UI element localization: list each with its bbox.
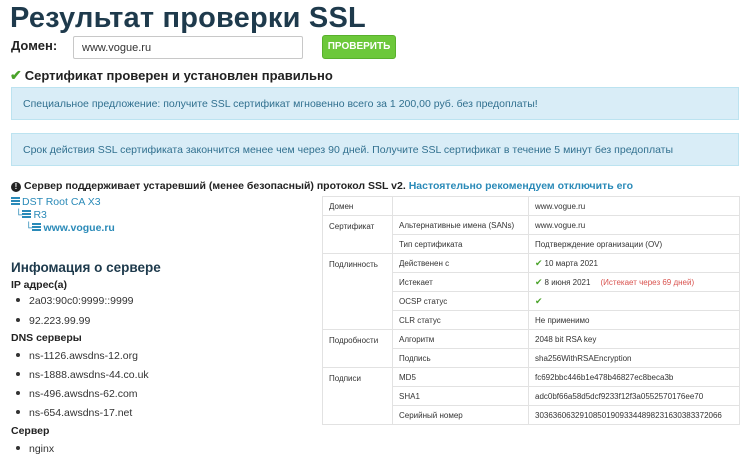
list-icon <box>32 223 42 231</box>
row-label: Подробности <box>322 329 393 368</box>
row-value: 2048 bit RSA key <box>528 329 740 349</box>
expiry-banner[interactable]: Срок действия SSL сертификата закончится… <box>11 133 739 166</box>
list-item: ns-496.awsdns-62.com <box>16 388 138 400</box>
row-value: www.vogue.ru <box>528 196 740 216</box>
server-label: Сервер <box>11 425 50 437</box>
chain-item-root[interactable]: DST Root CA X3 <box>11 196 115 209</box>
row-label: Подлинность <box>322 253 393 330</box>
row-label: Домен <box>322 196 393 216</box>
row-value: ✔ 8 июня 2021 (Истекает через 69 дней) <box>528 272 740 292</box>
domain-input[interactable] <box>73 36 303 59</box>
list-item: 92.223.99.99 <box>16 315 90 327</box>
check-button[interactable]: ПРОВЕРИТЬ <box>322 35 396 59</box>
row-key: Серийный номер <box>392 405 529 425</box>
row-value: www.vogue.ru <box>528 215 740 235</box>
chain-label-leaf: www.vogue.ru <box>43 222 115 234</box>
row-label: Сертификат <box>322 215 393 254</box>
valid-from-value: 10 марта 2021 <box>544 258 598 268</box>
row-label: Подписи <box>322 367 393 425</box>
offer-text: Специальное предложение: получите SSL се… <box>23 97 538 110</box>
row-key: Истекает <box>392 272 529 292</box>
domain-label: Домен: <box>11 38 58 53</box>
list-item: ns-1888.awsdns-44.co.uk <box>16 369 149 381</box>
expires-note: (Истекает через 69 дней) <box>600 277 695 287</box>
list-icon <box>11 197 20 205</box>
row-key: Подпись <box>392 348 529 368</box>
check-icon: ✔ <box>535 276 543 287</box>
row-key: Алгоритм <box>392 329 529 349</box>
row-value: fc692bbc446b1e478b46827ec8beca3b <box>528 367 740 387</box>
offer-banner[interactable]: Специальное предложение: получите SSL се… <box>11 87 739 120</box>
status-text: Сертификат проверен и установлен правиль… <box>24 68 333 83</box>
row-key: Тип сертификата <box>392 234 529 254</box>
row-key: CLR статус <box>392 310 529 330</box>
table-row: Подлинность Действенен с ✔ 10 марта 2021 <box>322 253 740 330</box>
status-message: ✔ Сертификат проверен и установлен правил… <box>10 67 333 84</box>
exclamation-icon: ! <box>11 182 21 192</box>
tree-branch-icon: └ <box>25 222 33 234</box>
row-value: adc0bf66a58d5dcf9233f12f3a0552570176ee70 <box>528 386 740 406</box>
dns-label: DNS серверы <box>11 332 82 344</box>
list-item: ns-1126.awsdns-12.org <box>16 350 138 362</box>
row-key: OCSP статус <box>392 291 529 311</box>
list-item: 2a03:90c0:9999::9999 <box>16 295 134 307</box>
expiry-text: Срок действия SSL сертификата закончится… <box>23 143 674 156</box>
certificate-chain: DST Root CA X3 └ R3 └ www.vogue.ru <box>11 196 115 235</box>
page-title: Результат проверки SSL <box>10 2 366 34</box>
certificate-details-table: Домен www.vogue.ru Сертификат Альтернати… <box>322 196 740 425</box>
row-value: ✔ 10 марта 2021 <box>528 253 740 273</box>
row-key: Альтернативные имена (SANs) <box>392 215 529 235</box>
table-row: Подписи MD5 fc692bbc446b1e478b46827ec8be… <box>322 367 740 425</box>
server-info-title: Инфомация о сервере <box>11 260 161 275</box>
chain-item-intermediate[interactable]: └ R3 <box>11 209 115 222</box>
expires-value: 8 июня 2021 <box>544 277 591 287</box>
row-key: Действенен с <box>392 253 529 273</box>
row-key <box>392 196 529 216</box>
ip-label: IP адрес(а) <box>11 279 67 291</box>
table-row: Подробности Алгоритм 2048 bit RSA key <box>322 329 740 368</box>
check-icon: ✔ <box>535 295 543 306</box>
protocol-warning: ! Сервер поддерживает устаревший (менее б… <box>11 180 633 192</box>
check-icon: ✔ <box>535 257 543 268</box>
chain-item-leaf[interactable]: └ www.vogue.ru <box>11 222 115 235</box>
disable-ssl-link[interactable]: Настоятельно рекомендуем отключить его <box>409 180 633 192</box>
row-value: sha256WithRSAEncryption <box>528 348 740 368</box>
warning-text: Сервер поддерживает устаревший (менее бе… <box>24 180 406 192</box>
row-value: Подтверждение организации (OV) <box>528 234 740 254</box>
table-row: Домен www.vogue.ru <box>322 196 740 216</box>
check-icon: ✔ <box>10 67 22 83</box>
row-key: MD5 <box>392 367 529 387</box>
row-value: 3036360632910850190933448982316303833720… <box>528 405 740 425</box>
chain-label-root: DST Root CA X3 <box>22 196 101 208</box>
table-row: Сертификат Альтернативные имена (SANs) w… <box>322 215 740 254</box>
list-item: nginx <box>16 443 54 455</box>
list-item: ns-654.awsdns-17.net <box>16 407 132 419</box>
row-value: Не применимо <box>528 310 740 330</box>
row-key: SHA1 <box>392 386 529 406</box>
tree-branch-icon: └ <box>15 209 23 221</box>
row-value: ✔ <box>528 291 740 311</box>
chain-label-intermediate: R3 <box>33 209 47 221</box>
list-icon <box>22 210 32 218</box>
